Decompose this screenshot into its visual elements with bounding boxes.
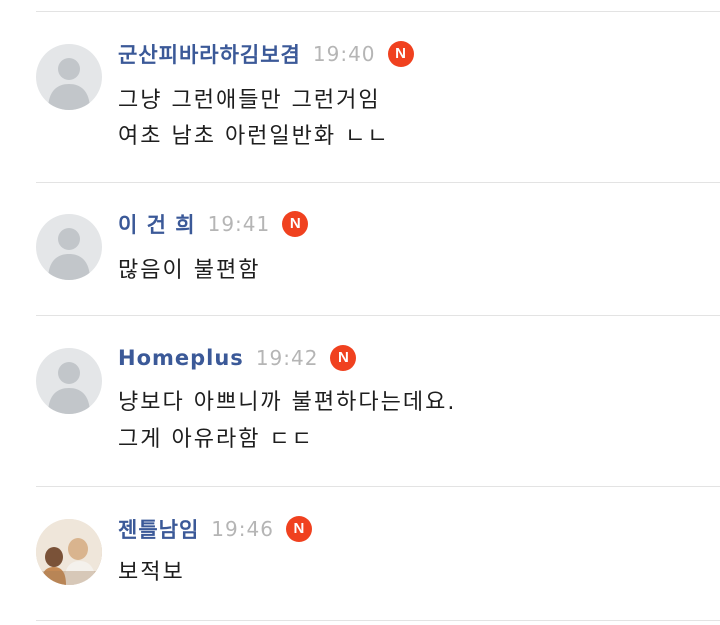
comment-time: 19:41 [207, 212, 271, 236]
comment-author[interactable]: 젠틀남임 [118, 514, 199, 544]
comment-header: Homeplus 19:42 N [118, 341, 357, 375]
comment-time: 19:42 [255, 346, 319, 370]
comment-header: 젠틀남임 19:46 N [118, 512, 312, 546]
comment-text-line: 보적보 [118, 560, 185, 585]
top-divider [36, 11, 720, 12]
comment-time: 19:40 [312, 42, 376, 66]
comment-text-line: 여초 남초 아런일반화 ㄴㄴ [118, 124, 390, 149]
comment-text-line: 그냥 그런애들만 그런거임 [118, 88, 381, 113]
bottom-divider [36, 620, 720, 621]
comment-author[interactable]: Homeplus [118, 346, 244, 370]
comment-text-line: 많음이 불편함 [118, 258, 261, 283]
comment-author[interactable]: 이 건 희 [118, 209, 196, 239]
new-badge: N [330, 345, 357, 371]
comment-time: 19:46 [211, 517, 274, 541]
photo-avatar[interactable] [36, 519, 102, 585]
comment-divider [36, 315, 720, 316]
comment-divider [36, 182, 720, 183]
new-badge: N [285, 516, 312, 542]
comment-text-line: 그게 아유라함 ㄷㄷ [118, 427, 314, 452]
new-badge: N [282, 211, 309, 237]
default-avatar-icon[interactable] [36, 44, 102, 110]
comment-header: 군산피바라하김보겸 19:40 N [118, 37, 414, 71]
comment-text-line: 냥보다 아쁘니까 불편하다는데요. [118, 390, 457, 415]
comment-divider [36, 486, 720, 487]
default-avatar-icon[interactable] [36, 348, 102, 414]
default-avatar-icon[interactable] [36, 214, 102, 280]
comment-author[interactable]: 군산피바라하김보겸 [118, 39, 301, 69]
comment-header: 이 건 희 19:41 N [118, 207, 309, 241]
new-badge: N [387, 41, 414, 67]
